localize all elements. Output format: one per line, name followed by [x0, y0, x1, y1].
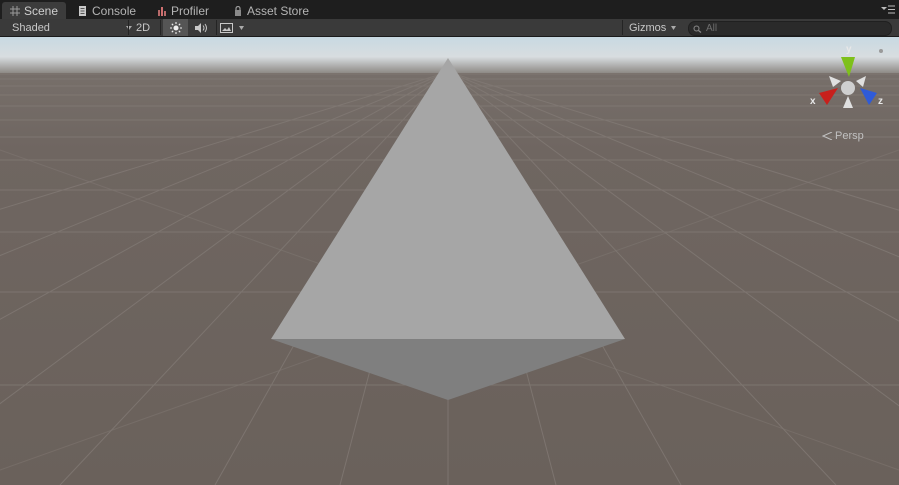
search-placeholder: All	[706, 23, 718, 34]
tab-asset-store-label: Asset Store	[247, 3, 310, 18]
speaker-icon	[195, 22, 207, 33]
audio-toggle[interactable]	[190, 19, 214, 36]
gizmos-dropdown[interactable]: Gizmos	[629, 19, 679, 36]
gizmo-center-cube[interactable]	[841, 81, 855, 95]
lighting-toggle[interactable]	[163, 19, 188, 36]
mode-2d-button[interactable]: 2D	[130, 19, 156, 36]
chevron-down-icon	[239, 25, 244, 30]
tab-console[interactable]: Console	[70, 2, 144, 19]
scene-toolbar: Shaded 2D Gizmos All	[0, 19, 899, 37]
console-icon	[79, 5, 86, 16]
divider	[216, 20, 217, 35]
effects-dropdown[interactable]	[220, 19, 250, 36]
divider	[128, 20, 129, 35]
perspective-icon	[822, 132, 833, 140]
panel-menu-icon[interactable]	[881, 5, 895, 14]
tab-profiler[interactable]: Profiler	[149, 2, 217, 19]
x-axis-label: x	[810, 96, 816, 107]
z-axis-label: z	[878, 96, 883, 107]
tab-console-label: Console	[92, 3, 137, 18]
lock-icon	[235, 5, 241, 16]
projection-toggle[interactable]: Persp	[822, 130, 864, 142]
search-icon	[693, 25, 702, 33]
tab-profiler-label: Profiler	[171, 3, 210, 18]
profiler-icon	[158, 6, 166, 16]
gizmo-lock-dot	[879, 49, 883, 53]
mode-2d-label: 2D	[135, 21, 151, 34]
y-axis-label: y	[846, 44, 852, 55]
chevron-down-icon	[671, 25, 677, 30]
draw-mode-dropdown[interactable]: Shaded	[4, 19, 132, 36]
tab-scene-label: Scene	[24, 3, 59, 18]
divider	[622, 20, 623, 35]
scene-canvas[interactable]: y x z	[0, 37, 899, 485]
grid-icon	[10, 5, 20, 16]
divider	[160, 20, 161, 35]
gizmos-label: Gizmos	[629, 21, 667, 34]
tab-scene[interactable]: Scene	[2, 2, 67, 19]
search-input[interactable]: All	[688, 21, 892, 36]
image-icon	[220, 22, 233, 33]
tab-bar: Scene Console Profiler Asset Store	[0, 0, 899, 19]
scene-viewport[interactable]: y x z Persp	[0, 37, 899, 485]
draw-mode-label: Shaded	[12, 21, 50, 34]
projection-label: Persp	[835, 130, 864, 142]
tab-asset-store[interactable]: Asset Store	[225, 2, 317, 19]
sun-icon	[169, 21, 182, 34]
